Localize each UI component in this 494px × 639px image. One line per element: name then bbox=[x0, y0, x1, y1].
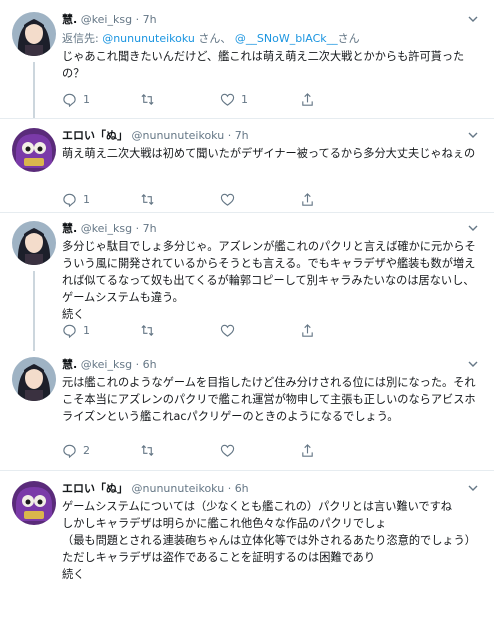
purple-creature-avatar[interactable] bbox=[12, 128, 56, 172]
timestamp[interactable]: 6h bbox=[235, 482, 249, 495]
tweet-actions: 1 bbox=[62, 321, 362, 339]
tweet-actions: 1 1 bbox=[62, 90, 362, 108]
share-icon bbox=[302, 443, 313, 457]
girl-avatar[interactable] bbox=[12, 357, 56, 401]
tweet-text: ゲームシステムについては（少なくとも艦これの）パクリとは言い難いですね しかしキ… bbox=[62, 500, 476, 581]
tweet[interactable]: 慧. @kei_ksg · 7h 返信先: @nununuteikoku さん、… bbox=[0, 12, 494, 118]
tweet-text: 萌え萌え二次大戦は初めて聞いたがデザイナー被ってるから多分大丈夫じゃねぇの bbox=[62, 147, 476, 160]
like-button[interactable] bbox=[220, 190, 241, 208]
chevron-down-icon[interactable] bbox=[466, 128, 480, 142]
retweet-button[interactable] bbox=[140, 321, 161, 339]
like-count: 1 bbox=[241, 92, 248, 106]
tweet-actions: 2 bbox=[62, 441, 362, 459]
display-name[interactable]: エロい「ぬ」 bbox=[62, 482, 128, 495]
handle[interactable]: @kei_ksg bbox=[81, 222, 132, 235]
share-button[interactable] bbox=[300, 441, 315, 459]
chevron-down-icon[interactable] bbox=[466, 357, 480, 371]
separator: · bbox=[227, 129, 232, 142]
separator: · bbox=[135, 13, 140, 26]
chevron-down-icon[interactable] bbox=[466, 12, 480, 26]
timestamp[interactable]: 7h bbox=[143, 222, 157, 235]
purple-creature-avatar[interactable] bbox=[12, 481, 56, 525]
handle[interactable]: @kei_ksg bbox=[81, 13, 132, 26]
like-button[interactable] bbox=[220, 321, 241, 339]
tweet-text: じゃあこれ聞きたいんだけど、艦これは萌え萌え二次大戦とかからも許可貰ったの？ bbox=[62, 50, 465, 80]
share-icon bbox=[302, 323, 313, 337]
thread-line bbox=[33, 271, 35, 351]
share-button[interactable] bbox=[300, 321, 315, 339]
share-icon bbox=[302, 92, 313, 106]
retweet-icon bbox=[141, 93, 154, 105]
reply-button[interactable]: 1 bbox=[62, 90, 90, 108]
retweet-icon bbox=[141, 193, 154, 205]
timestamp[interactable]: 7h bbox=[235, 129, 249, 142]
separator: · bbox=[135, 222, 140, 235]
divider bbox=[0, 470, 494, 471]
tweet[interactable]: エロい「ぬ」 @nununuteikoku · 6h ゲームシステムについては（… bbox=[0, 481, 494, 637]
heart-icon bbox=[220, 324, 235, 337]
like-button[interactable] bbox=[220, 441, 241, 459]
retweet-icon bbox=[141, 444, 154, 456]
reply-button[interactable]: 1 bbox=[62, 321, 90, 339]
separator: · bbox=[227, 482, 232, 495]
reply-count: 1 bbox=[83, 92, 90, 106]
reply-button[interactable]: 1 bbox=[62, 190, 90, 208]
share-icon bbox=[302, 192, 313, 206]
reply-count: 1 bbox=[83, 323, 90, 337]
handle[interactable]: @nununuteikoku bbox=[132, 482, 225, 495]
tweet[interactable]: 慧. @kei_ksg · 7h 多分じゃ駄目でしょ多分じゃ。アズレンが艦これの… bbox=[0, 221, 494, 351]
reply-button[interactable]: 2 bbox=[62, 441, 90, 459]
display-name[interactable]: 慧. bbox=[62, 222, 77, 235]
tweet-actions: 1 bbox=[62, 190, 362, 208]
share-button[interactable] bbox=[300, 90, 315, 108]
display-name[interactable]: 慧. bbox=[62, 13, 77, 26]
handle[interactable]: @nununuteikoku bbox=[132, 129, 225, 142]
chevron-down-icon[interactable] bbox=[466, 481, 480, 495]
reply-count: 1 bbox=[83, 192, 90, 206]
tweet[interactable]: 慧. @kei_ksg · 6h 元は艦これのようなゲームを目指したけど住み分け… bbox=[0, 357, 494, 465]
heart-icon bbox=[220, 193, 235, 206]
girl-avatar[interactable] bbox=[12, 12, 56, 56]
tweet[interactable]: エロい「ぬ」 @nununuteikoku · 7h 萌え萌え二次大戦は初めて聞… bbox=[0, 128, 494, 210]
retweet-button[interactable] bbox=[140, 441, 161, 459]
reply-icon bbox=[63, 93, 76, 107]
retweet-button[interactable] bbox=[140, 190, 161, 208]
display-name[interactable]: 慧. bbox=[62, 358, 77, 371]
heart-icon bbox=[220, 444, 235, 457]
handle[interactable]: @kei_ksg bbox=[81, 358, 132, 371]
girl-avatar[interactable] bbox=[12, 221, 56, 265]
replying-to: 返信先: @nununuteikoku さん、 @__SNoW_blACk__さ… bbox=[62, 32, 360, 45]
heart-icon bbox=[220, 93, 235, 106]
reply-count: 2 bbox=[83, 443, 90, 457]
tweet-thread: 慧. @kei_ksg · 7h 返信先: @nununuteikoku さん、… bbox=[0, 0, 494, 639]
tweet-text: 多分じゃ駄目でしょ多分じゃ。アズレンが艦これのパクリと言えば確かに元からそういう… bbox=[62, 240, 476, 321]
like-button[interactable]: 1 bbox=[220, 90, 248, 108]
mention-link[interactable]: @nununuteikoku bbox=[102, 32, 195, 45]
reply-icon bbox=[63, 193, 76, 207]
timestamp[interactable]: 6h bbox=[143, 358, 157, 371]
retweet-button[interactable] bbox=[140, 90, 161, 108]
divider bbox=[0, 212, 494, 213]
mention-link[interactable]: @__SNoW_blACk__ bbox=[235, 32, 338, 45]
thread-line bbox=[33, 62, 35, 118]
share-button[interactable] bbox=[300, 190, 315, 208]
divider bbox=[0, 118, 494, 119]
retweet-icon bbox=[141, 324, 154, 336]
tweet-text: 元は艦これのようなゲームを目指したけど住み分けされる位には別になった。それこそ本… bbox=[62, 376, 476, 423]
display-name[interactable]: エロい「ぬ」 bbox=[62, 129, 128, 142]
reply-icon bbox=[63, 324, 76, 338]
timestamp[interactable]: 7h bbox=[143, 13, 157, 26]
chevron-down-icon[interactable] bbox=[466, 221, 480, 235]
reply-icon bbox=[63, 444, 76, 458]
separator: · bbox=[135, 358, 140, 371]
